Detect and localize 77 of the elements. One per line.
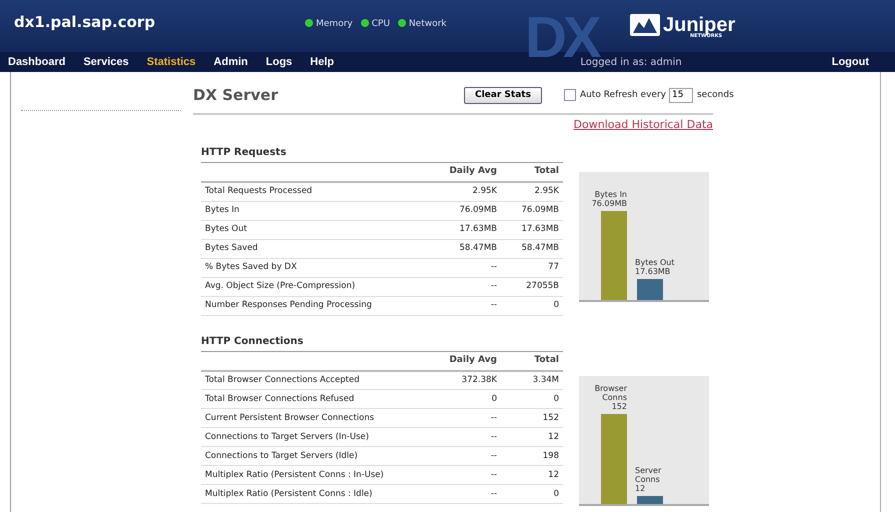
table-cell: 17.63MB xyxy=(421,220,501,239)
table-cell: 152 xyxy=(501,408,563,428)
table-cell: 76.09MB xyxy=(501,201,563,220)
table-cell: 3.34M xyxy=(501,370,563,390)
user-status: Logged in as: admin xyxy=(580,56,682,70)
table-cell: Avg. Object Size (Pre-Compression) xyxy=(201,277,421,296)
table-cell: Connections to Target Servers (In-Use) xyxy=(201,428,421,446)
table-cell: 27055B xyxy=(501,277,563,296)
column-header: Total xyxy=(501,352,563,370)
table-cell: Total Browser Connections Refused xyxy=(201,390,421,408)
bar-label: Browser Conns xyxy=(594,384,627,402)
table-cell: 2.95K xyxy=(421,182,501,201)
table-cell: Current Persistent Browser Connections xyxy=(201,408,421,428)
column-header: Total xyxy=(501,163,563,182)
table-cell: 198 xyxy=(501,446,563,466)
table-cell: 0 xyxy=(501,296,563,315)
bar-label: Bytes In xyxy=(594,190,627,199)
table-cell: 12 xyxy=(501,466,563,484)
table-cell: 58.47MB xyxy=(421,239,501,258)
bar-value: 12 xyxy=(635,484,646,494)
bar-value: 152 xyxy=(610,402,627,412)
table-cell: 17.63MB xyxy=(501,220,563,239)
table-cell: 0 xyxy=(501,484,563,504)
table-cell: Bytes Saved xyxy=(201,239,421,258)
status-label: Network xyxy=(408,19,446,29)
table-cell: 2.95K xyxy=(501,182,563,201)
column-header: Daily Avg xyxy=(421,352,501,370)
column-header: Daily Avg xyxy=(421,163,501,182)
table-cell: 372.38K xyxy=(421,370,501,390)
logout-link[interactable]: Logout xyxy=(832,54,869,70)
table-cell: -- xyxy=(421,408,501,428)
status-label: CPU xyxy=(372,19,390,29)
table-cell: Number Responses Pending Processing xyxy=(201,296,421,315)
nav-tab[interactable]: Logs xyxy=(266,54,292,70)
logo-icon xyxy=(630,14,660,36)
table-cell: Total Requests Processed xyxy=(201,182,421,201)
bar-value: 76.09MB xyxy=(590,198,627,208)
table-cell: -- xyxy=(421,258,501,277)
nav-tab[interactable]: Help xyxy=(310,54,334,70)
bar-label: Server Conns xyxy=(635,466,662,484)
nav-tab[interactable]: Admin xyxy=(214,54,248,70)
download-link[interactable]: Download Historical Data xyxy=(574,118,713,130)
table-cell: 0 xyxy=(501,390,563,408)
table-cell: -- xyxy=(421,446,501,466)
table-cell: 76.09MB xyxy=(421,201,501,220)
refresh-interval-field[interactable]: 15 xyxy=(668,88,693,103)
auto-refresh-checkbox[interactable] xyxy=(564,89,576,102)
bar-value: 17.63MB xyxy=(635,267,672,276)
table-cell: -- xyxy=(421,428,501,446)
table-cell: Connections to Target Servers (Idle) xyxy=(201,446,421,466)
clear-stats-button[interactable]: Clear Stats xyxy=(464,86,542,104)
page-title: DX Server xyxy=(193,85,278,106)
table-cell: -- xyxy=(421,466,501,484)
section-title: HTTP Connections xyxy=(201,334,563,352)
table-cell: -- xyxy=(421,484,501,504)
host-name: dx1.pal.sap.corp xyxy=(14,12,156,33)
table-cell: 12 xyxy=(501,428,563,446)
brand-name: Juniper xyxy=(663,15,736,35)
auto-refresh-label: Auto Refresh every xyxy=(580,88,666,102)
table-cell: Bytes In xyxy=(201,201,421,220)
nav-tab[interactable]: Dashboard xyxy=(8,54,66,70)
table-cell: 77 xyxy=(501,258,563,277)
table-cell: 0 xyxy=(421,390,501,408)
table-cell: 58.47MB xyxy=(501,239,563,258)
table-cell: Multiplex Ratio (Persistent Conns : In-Use) xyxy=(201,466,421,484)
table-cell: -- xyxy=(421,277,501,296)
status-label: Memory xyxy=(316,19,353,29)
section-title: HTTP Requests xyxy=(201,145,563,163)
table-cell: Multiplex Ratio (Persistent Conns : Idle) xyxy=(201,484,421,504)
table-cell: % Bytes Saved by DX xyxy=(201,258,421,277)
bar-label: Bytes Out xyxy=(635,258,676,268)
table-cell: Total Browser Connections Accepted xyxy=(201,370,421,390)
nav-tab[interactable]: Statistics xyxy=(146,54,196,70)
table-cell: Bytes Out xyxy=(201,220,421,239)
nav-tab[interactable]: Services xyxy=(83,54,129,70)
seconds-label: seconds xyxy=(696,88,734,102)
table-cell: -- xyxy=(421,296,501,315)
